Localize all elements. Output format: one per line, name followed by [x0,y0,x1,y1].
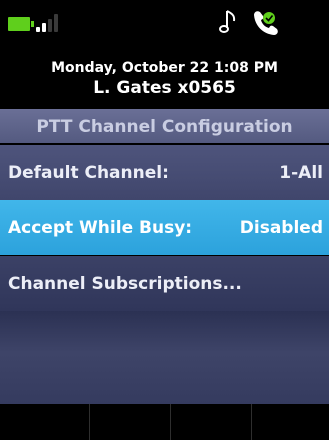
user-line: L. Gates x0565 [93,78,236,98]
menu-item-label: Accept While Busy: [8,218,193,238]
menu-item-default-channel[interactable]: Default Channel: 1-All [0,145,329,200]
softkey-2[interactable] [89,404,171,440]
menu-item-label: Channel Subscriptions... [8,274,242,294]
battery-icon [8,17,34,31]
menu-item-label: Default Channel: [8,163,169,183]
softkey-1[interactable] [0,404,89,440]
menu-empty-area [0,311,329,404]
signal-strength-icon [36,14,58,32]
softkey-3[interactable] [170,404,252,440]
status-bar [0,0,329,47]
menu-item-value: Disabled [239,218,323,238]
menu-item-accept-while-busy[interactable]: Accept While Busy: Disabled [0,200,329,255]
music-note-icon [219,10,236,33]
menu-item-channel-subscriptions[interactable]: Channel Subscriptions... [0,256,329,311]
header: Monday, October 22 1:08 PM L. Gates x056… [0,47,329,107]
date-time: Monday, October 22 1:08 PM [51,60,278,76]
menu-item-value: 1-All [279,163,323,183]
handset-icon [254,11,278,35]
screen-title: PTT Channel Configuration [36,117,293,137]
softkey-bar [0,404,329,440]
screen-title-bar: PTT Channel Configuration [0,109,329,143]
phone-screen: Monday, October 22 1:08 PM L. Gates x056… [0,0,329,440]
softkey-4[interactable] [251,404,329,440]
